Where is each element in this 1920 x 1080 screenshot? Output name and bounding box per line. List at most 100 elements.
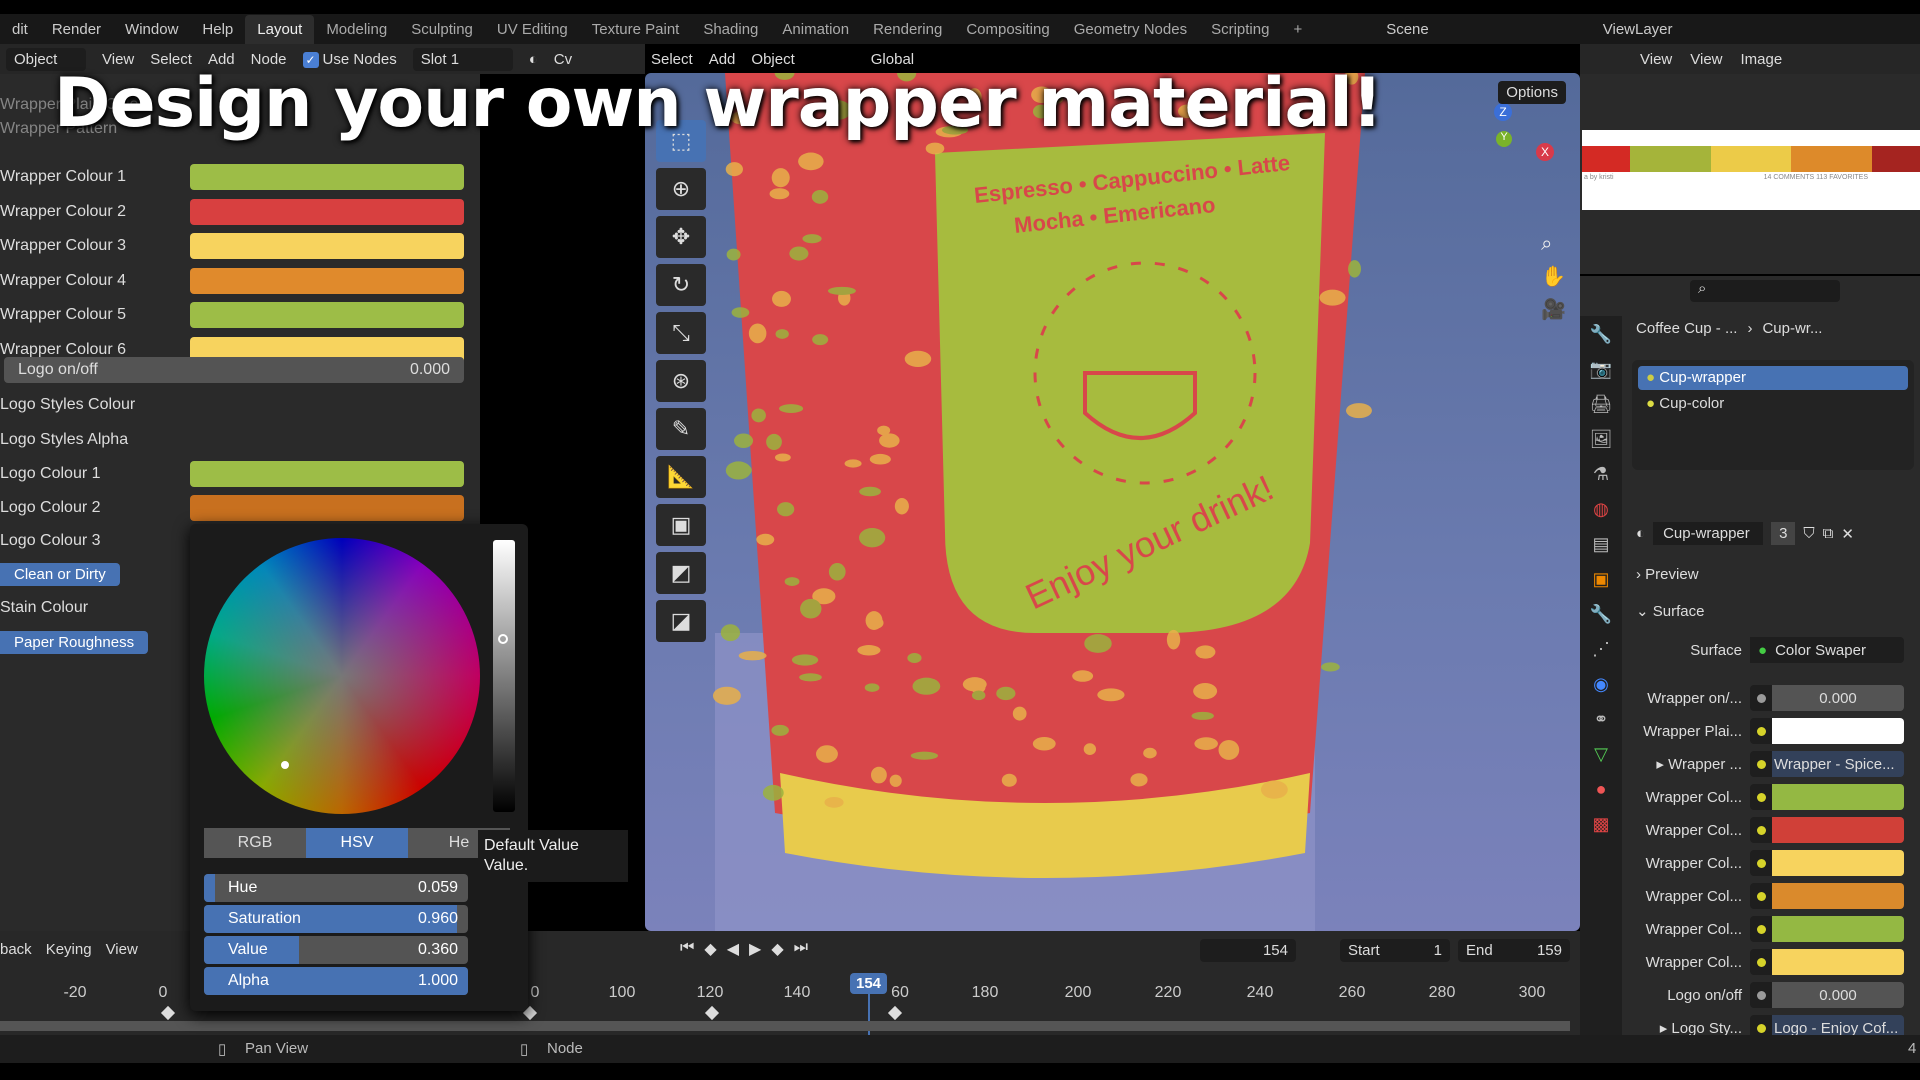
socket-icon[interactable] [1750,850,1772,876]
scene-icon[interactable]: ⚗ [1593,464,1609,485]
wheel-cursor[interactable] [281,761,289,769]
socket-icon[interactable] [1750,982,1772,1008]
menu-view-2[interactable]: View [1690,51,1722,68]
saturation-slider[interactable]: Saturation 0.960 [204,905,468,933]
timeline-scrollbar[interactable] [0,1021,1570,1031]
tab-animation[interactable]: Animation [770,21,861,38]
transform-icon[interactable]: ⊛ [656,360,706,402]
socket-icon[interactable] [1750,751,1772,777]
output-icon[interactable]: 🖨 [1590,394,1613,415]
extrude-icon[interactable]: ◩ [656,552,706,594]
modifier-icon[interactable]: 🔧 [1590,604,1612,625]
add-cube-icon[interactable]: ▣ [656,504,706,546]
color-swatch[interactable] [190,302,464,328]
user-count[interactable]: 3 [1771,522,1796,545]
move-icon[interactable]: ✥ [656,216,706,258]
render-icon[interactable]: 📷 [1590,359,1612,380]
tab-rgb[interactable]: RGB [204,828,306,858]
value-slider[interactable] [493,540,515,812]
tab-layout[interactable]: Layout [245,14,315,44]
particles-icon[interactable]: ⋰ [1592,639,1610,660]
pan-hand-icon[interactable]: ✋ [1541,264,1566,289]
material-icon[interactable]: ● [1596,779,1607,800]
linked-node-field[interactable]: Wrapper - Spice... [1772,751,1904,777]
keying-menu[interactable]: Keying [46,941,92,958]
options-dropdown[interactable]: Options [1498,81,1566,104]
tab-hsv[interactable]: HSV [306,828,408,858]
breadcrumb-object[interactable]: Coffee Cup - ... [1636,320,1737,337]
playhead-frame-label[interactable]: 154 [850,973,888,994]
view-layer-icon[interactable]: 🖼 [1590,429,1613,450]
material-name-field[interactable]: Cup-wrapper [1653,522,1764,545]
socket-icon[interactable] [1750,949,1772,975]
navigation-gizmo[interactable]: Z Y X [1450,103,1560,213]
socket-icon[interactable] [1750,718,1772,744]
socket-icon[interactable] [1750,916,1772,942]
tab-scripting[interactable]: Scripting [1199,21,1281,38]
color-swatch[interactable] [1772,850,1904,876]
scale-icon[interactable]: ⤡ [656,312,706,354]
menu-image[interactable]: Image [1741,51,1783,68]
collection-icon[interactable]: ▤ [1592,534,1609,555]
color-swatch[interactable] [190,233,464,259]
physics-icon[interactable]: ◉ [1593,674,1609,695]
value-handle[interactable] [498,634,508,644]
gizmo-z[interactable]: Z [1494,103,1512,121]
viewlayer-selector[interactable]: ViewLayer [1591,21,1685,38]
surface-shader-field[interactable]: ● Color Swaper [1750,637,1904,663]
world-icon[interactable]: ◍ [1593,499,1609,520]
socket-icon[interactable] [1750,685,1772,711]
color-swatch[interactable] [1772,817,1904,843]
jump-end-icon[interactable]: ⏭ [794,939,808,959]
color-swatch[interactable] [1772,718,1904,744]
hue-slider[interactable]: Hue 0.059 [204,874,468,902]
play-icon[interactable]: ▶ [749,939,761,959]
tab-compositing[interactable]: Compositing [954,21,1061,38]
surface-panel[interactable]: ⌄ Surface [1636,602,1704,620]
duplicate-icon[interactable]: ⧉ [1823,525,1834,542]
logo-onoff-field[interactable]: Logo on/off 0.000 [4,357,464,383]
tab-shading[interactable]: Shading [691,21,770,38]
color-swatch[interactable] [190,198,464,225]
end-frame-field[interactable]: End 159 [1458,939,1570,962]
jump-start-icon[interactable]: ⏮ [680,939,694,959]
annotate-icon[interactable]: ✎ [656,408,706,450]
add-workspace-button[interactable]: + [1281,21,1314,38]
3d-viewport[interactable]: Espresso • Cappuccino • Latte Mocha • Em… [645,73,1580,931]
gizmo-x[interactable]: X [1536,143,1554,161]
scene-selector[interactable]: Scene [1374,21,1441,38]
color-swatch[interactable] [1772,949,1904,975]
menu-render[interactable]: Render [40,21,113,38]
next-keyframe-icon[interactable]: ◆ [771,939,783,959]
paper-roughness-field[interactable]: Paper Roughness [0,630,149,654]
search-input[interactable]: ⌕ [1690,280,1840,302]
play-reverse-icon[interactable]: ◀ [727,939,739,959]
camera-icon[interactable]: 🎥 [1541,297,1566,322]
socket-icon[interactable] [1750,784,1772,810]
value-field[interactable]: 0.000 [1772,685,1904,711]
socket-icon[interactable] [1750,817,1772,843]
gizmo-y[interactable]: Y [1496,131,1512,147]
value-field[interactable]: Value 0.360 [204,936,468,964]
color-swatch[interactable] [190,494,464,521]
color-swatch[interactable] [1772,883,1904,909]
breadcrumb-material[interactable]: Cup-wr... [1762,320,1822,337]
texture-icon[interactable]: ▩ [1592,814,1609,835]
cursor-icon[interactable]: ⊕ [656,168,706,210]
tab-uv-editing[interactable]: UV Editing [485,21,580,38]
clean-or-dirty-toggle[interactable]: Clean or Dirty [0,562,120,586]
tool-icon[interactable]: 🔧 [1590,324,1612,345]
rotate-icon[interactable]: ↻ [656,264,706,306]
material-slot-cup-wrapper[interactable]: ● Cup-wrapper [1638,366,1908,390]
view-menu[interactable]: View [106,941,138,958]
start-frame-field[interactable]: Start 1 [1340,939,1450,962]
data-icon[interactable]: ▽ [1594,744,1608,765]
material-slot-cup-color[interactable]: ● Cup-color [1638,392,1908,416]
zoom-icon[interactable]: ⌕ [1541,233,1566,256]
menu-window[interactable]: Window [113,21,190,38]
tab-geometry-nodes[interactable]: Geometry Nodes [1062,21,1199,38]
tab-modeling[interactable]: Modeling [314,21,399,38]
current-frame-field[interactable]: 154 [1200,939,1296,962]
menu-view[interactable]: View [1640,51,1672,68]
prev-keyframe-icon[interactable]: ◆ [704,939,716,959]
